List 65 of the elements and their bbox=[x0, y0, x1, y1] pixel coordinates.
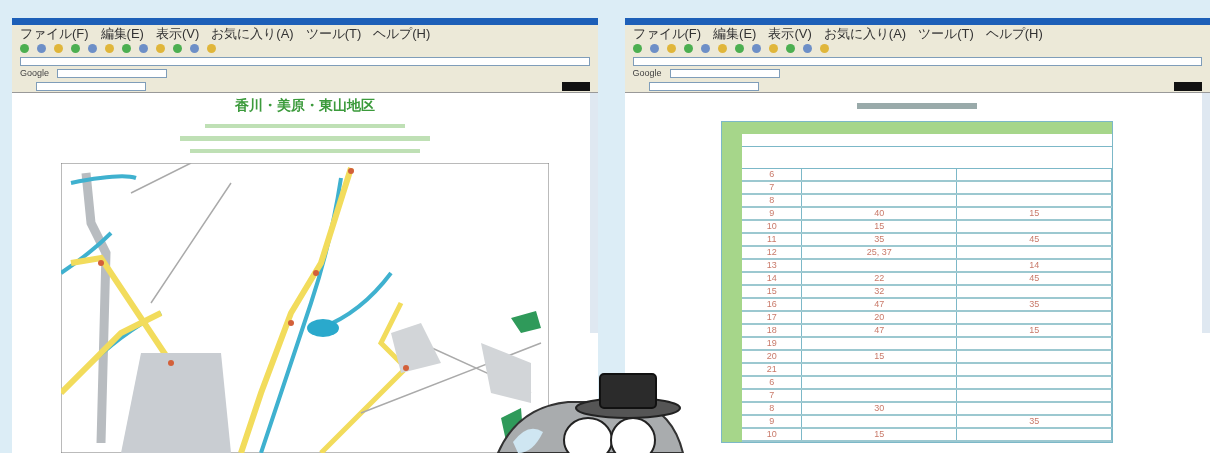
menu-item[interactable]: 表示(V) bbox=[155, 25, 200, 42]
menu-item[interactable]: ヘルプ(H) bbox=[985, 25, 1043, 42]
table-cell: 10 bbox=[742, 221, 803, 232]
table-cell: 45 bbox=[957, 234, 1113, 245]
table-cell: 21 bbox=[742, 364, 803, 375]
table-cell: 12 bbox=[742, 247, 803, 258]
table-cell: 25, 37 bbox=[802, 247, 958, 258]
table-cell: 15 bbox=[802, 429, 958, 440]
menu-item[interactable]: ヘルプ(H) bbox=[373, 25, 431, 42]
menu-item[interactable]: お気に入り(A) bbox=[823, 25, 907, 42]
menu-item[interactable]: ツール(T) bbox=[918, 25, 974, 42]
menu-item[interactable]: お気に入り(A) bbox=[211, 25, 294, 42]
search-field[interactable] bbox=[648, 81, 759, 91]
table-cell: 8 bbox=[742, 195, 803, 206]
toolbar-label: Google bbox=[20, 66, 50, 80]
search-field[interactable] bbox=[669, 69, 780, 78]
table-cell: 6 bbox=[742, 377, 803, 388]
table-cell: 35 bbox=[957, 299, 1113, 310]
table-cell: 15 bbox=[957, 325, 1113, 336]
table-cell: 22 bbox=[802, 273, 958, 284]
table-cell: 16 bbox=[742, 299, 803, 310]
toolbar-widget bbox=[1174, 81, 1202, 91]
table-cell: 6 bbox=[742, 169, 803, 180]
table-cell: 14 bbox=[742, 273, 803, 284]
table-cell: 15 bbox=[802, 351, 958, 362]
page-heading: 香川・美原・東山地区 bbox=[234, 96, 375, 115]
table-cell: 19 bbox=[742, 338, 803, 349]
table-cell: 9 bbox=[742, 208, 803, 219]
scrollbar[interactable] bbox=[589, 93, 598, 333]
table-cell: 47 bbox=[802, 299, 958, 310]
table-cell: 18 bbox=[742, 325, 803, 336]
table-cell: 32 bbox=[802, 286, 958, 297]
table-cell: 20 bbox=[742, 351, 803, 362]
table-cell: 30 bbox=[802, 403, 958, 414]
search-field[interactable] bbox=[57, 69, 168, 78]
table-cell: 10 bbox=[742, 429, 803, 440]
menu-item[interactable]: 編集(E) bbox=[713, 25, 757, 42]
scrollbar[interactable] bbox=[1202, 93, 1210, 333]
table-cell: 15 bbox=[742, 286, 803, 297]
address-field[interactable] bbox=[20, 56, 590, 66]
table-cell: 8 bbox=[742, 403, 803, 414]
table-cell: 47 bbox=[802, 325, 958, 336]
table-cell: 11 bbox=[742, 234, 803, 245]
address-field[interactable] bbox=[632, 56, 1202, 66]
table-cell: 7 bbox=[742, 182, 803, 193]
table-cell: 14 bbox=[957, 260, 1113, 271]
search-field[interactable] bbox=[36, 81, 146, 91]
table-cell: 20 bbox=[802, 312, 958, 323]
table-cell: 45 bbox=[957, 273, 1113, 284]
table-cell: 15 bbox=[802, 221, 958, 232]
table-cell: 40 bbox=[802, 208, 958, 219]
menu-item[interactable]: 編集(E) bbox=[100, 25, 144, 42]
toolbar-widget bbox=[561, 81, 590, 91]
menu-item[interactable]: ファイル(F) bbox=[20, 25, 89, 42]
table-cell: 13 bbox=[742, 260, 803, 271]
table-cell: 15 bbox=[957, 208, 1113, 219]
menu-item[interactable]: 表示(V) bbox=[768, 25, 812, 42]
table-cell: 7 bbox=[742, 390, 803, 401]
table-cell: 35 bbox=[802, 234, 958, 245]
menu-item[interactable]: ツール(T) bbox=[305, 25, 362, 42]
table-cell: 9 bbox=[742, 416, 803, 427]
menu-item[interactable]: ファイル(F) bbox=[632, 25, 702, 42]
toolbar-label: Google bbox=[632, 66, 662, 80]
table-cell: 17 bbox=[742, 312, 803, 323]
table-cell: 35 bbox=[957, 416, 1113, 427]
